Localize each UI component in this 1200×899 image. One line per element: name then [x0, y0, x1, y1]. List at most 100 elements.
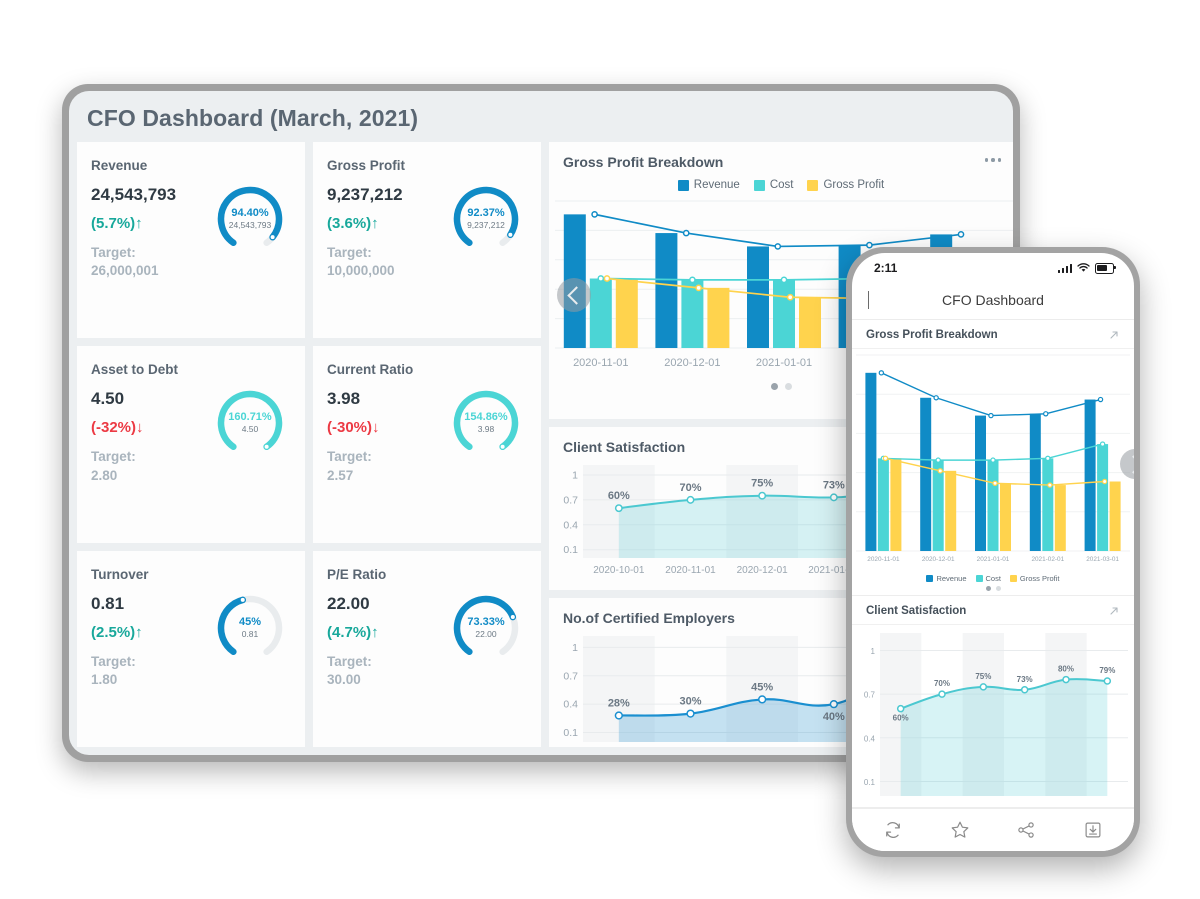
refresh-icon[interactable]: [882, 819, 904, 841]
x-axis-label: 2021-03-01: [1086, 556, 1119, 563]
x-axis-label: 2021-01-01: [977, 556, 1010, 563]
kpi-grid: Revenue 24,543,793 (5.7%)↑ Target: 26,00…: [77, 142, 541, 755]
kpi-value: 3.98: [327, 389, 361, 409]
carousel-dot-1[interactable]: [985, 586, 991, 591]
mobile-section-client-satisfaction: Client Satisfaction 1 0.7 0.4 0.1 60% 70% 75% 7…: [852, 596, 1134, 808]
star-icon[interactable]: [949, 819, 971, 841]
data-point-label: 80%: [1058, 665, 1074, 674]
chart-svg: 10.70.40.160%70%75%73%80%79%2020-10-0120…: [864, 633, 1128, 807]
kpi-card-revenue[interactable]: Revenue 24,543,793 (5.7%)↑ Target: 26,00…: [77, 142, 305, 339]
kpi-card-current-ratio[interactable]: Current Ratio 3.98 (-30%)↓ Target: 2.57 …: [313, 346, 541, 543]
mobile-section-title: Client Satisfaction: [866, 605, 967, 617]
chevron-right-icon: [1123, 454, 1134, 474]
kpi-target-label: Target:: [91, 245, 136, 260]
kpi-text-block: P/E Ratio 22.00 (4.7%)↑ Target: 30.00: [327, 567, 447, 689]
kpi-target-label: Target:: [327, 245, 372, 260]
legend-swatch: [807, 179, 819, 191]
kpi-target-label: Target:: [327, 449, 372, 465]
gauge-chart: 154.86% 3.98: [447, 384, 525, 462]
kpi-title: Gross Profit: [327, 158, 406, 173]
carousel-dot-1[interactable]: [770, 383, 778, 390]
phone-nav-bar: CFO Dashboard: [852, 281, 1134, 320]
legend-item-gross-profit[interactable]: Gross Profit: [807, 179, 884, 191]
legend-swatch: [926, 575, 934, 582]
kpi-card-turnover[interactable]: Turnover 0.81 (2.5%)↑ Target: 1.80 45% 0.…: [77, 550, 305, 747]
legend-swatch: [1009, 575, 1017, 582]
status-bar: 2:11: [852, 253, 1134, 281]
mobile-section-header: Gross Profit Breakdown: [852, 320, 1134, 349]
mobile-section-gross-profit-breakdown: Gross Profit Breakdown 2020-11-01 2020-12…: [852, 320, 1134, 596]
data-point-label: 70%: [934, 679, 950, 688]
kpi-target-value: 10,000,000: [327, 263, 395, 279]
y-axis-tick: 0.1: [864, 778, 876, 787]
gauge-chart: 160.71% 4.50: [211, 384, 289, 462]
legend-item-cost[interactable]: Cost: [753, 179, 794, 191]
kpi-target: Target: 2.80: [91, 448, 211, 484]
phone-device-frame: 2:11 CFO Dashboard Gross Profit Breakdow…: [846, 247, 1140, 857]
expand-arrow-icon[interactable]: [1108, 329, 1120, 341]
y-axis-tick: 0.7: [563, 670, 578, 682]
y-axis-tick: 1: [572, 642, 578, 654]
kpi-delta: (3.6%)↑: [327, 215, 379, 232]
kpi-delta: (4.7%)↑: [327, 623, 379, 641]
kpi-title: Asset to Debt: [91, 362, 179, 378]
legend-item-revenue[interactable]: Revenue: [677, 179, 740, 191]
legend-item-cost[interactable]: Cost: [975, 574, 1001, 583]
gauge-chart: 73.33% 22.00: [447, 589, 525, 667]
kpi-target-value: 2.80: [91, 467, 118, 483]
legend-item-gross-profit[interactable]: Gross Profit: [1009, 574, 1060, 583]
more-options-icon[interactable]: [984, 154, 1001, 162]
kpi-card-pe-ratio[interactable]: P/E Ratio 22.00 (4.7%)↑ Target: 30.00 73…: [313, 550, 541, 747]
carousel-dot-2[interactable]: [784, 383, 792, 390]
carousel-dot-2[interactable]: [995, 586, 1001, 591]
kpi-target: Target: 1.80: [91, 653, 211, 689]
data-point-label: 75%: [751, 478, 773, 490]
status-time: 2:11: [874, 261, 898, 275]
mobile-section-header: Client Satisfaction: [852, 596, 1134, 625]
x-axis-label: 2020-12-01: [737, 565, 789, 576]
battery-icon: [1095, 262, 1116, 274]
download-icon[interactable]: [1082, 819, 1104, 841]
x-axis-label: 2021-01-01: [756, 357, 812, 369]
data-point-label: 75%: [975, 672, 991, 681]
page-title: CFO Dashboard (March, 2021): [87, 105, 419, 131]
kpi-card-gross-profit[interactable]: Gross Profit 9,237,212 (3.6%)↑ Target: 1…: [313, 142, 541, 339]
data-point-label: 30%: [679, 696, 701, 708]
carousel-prev-button[interactable]: [557, 278, 591, 312]
data-point-label: 60%: [608, 490, 630, 502]
legend-label: Revenue: [693, 179, 740, 191]
kpi-target-label: Target:: [327, 653, 372, 669]
legend-swatch: [677, 179, 689, 191]
y-axis-tick: 0.7: [864, 691, 876, 700]
kpi-target: Target: 2.57: [327, 448, 447, 484]
kpi-target-value: 1.80: [91, 671, 118, 687]
legend-swatch: [975, 575, 983, 582]
kpi-card-asset-to-debt[interactable]: Asset to Debt 4.50 (-32%)↓ Target: 2.80 …: [77, 346, 305, 543]
kpi-text-block: Asset to Debt 4.50 (-32%)↓ Target: 2.80: [91, 362, 211, 484]
y-axis-tick: 1: [572, 469, 578, 481]
expand-arrow-icon[interactable]: [1108, 605, 1120, 617]
y-axis-tick: 1: [871, 647, 876, 656]
data-point-label: 73%: [1017, 675, 1033, 684]
kpi-target: Target: 10,000,000: [327, 244, 447, 280]
kpi-target-value: 2.57: [327, 467, 354, 483]
data-point-label: 60%: [893, 714, 909, 723]
chart-title: No.of Certified Employers: [563, 610, 735, 626]
phone-nav-title: CFO Dashboard: [942, 292, 1044, 308]
kpi-target-label: Target:: [91, 449, 136, 465]
legend-item-revenue[interactable]: Revenue: [926, 574, 967, 583]
kpi-target: Target: 26,000,001: [91, 244, 211, 280]
kpi-text-block: Current Ratio 3.98 (-30%)↓ Target: 2.57: [327, 362, 447, 484]
legend-swatch: [753, 179, 765, 191]
phone-screen: 2:11 CFO Dashboard Gross Profit Breakdow…: [852, 253, 1134, 851]
data-point-label: 79%: [1099, 666, 1115, 675]
share-icon[interactable]: [1015, 819, 1037, 841]
legend-label: Revenue: [936, 574, 967, 583]
y-axis-tick: 0.4: [563, 519, 578, 531]
mobile-section-title: Gross Profit Breakdown: [866, 329, 998, 341]
kpi-text-block: Revenue 24,543,793 (5.7%)↑ Target: 26,00…: [91, 158, 211, 280]
legend-label: Cost: [769, 179, 794, 191]
kpi-title: Revenue: [91, 158, 148, 173]
x-axis-label: 2020-11-01: [867, 556, 900, 563]
kpi-target-label: Target:: [91, 653, 136, 669]
